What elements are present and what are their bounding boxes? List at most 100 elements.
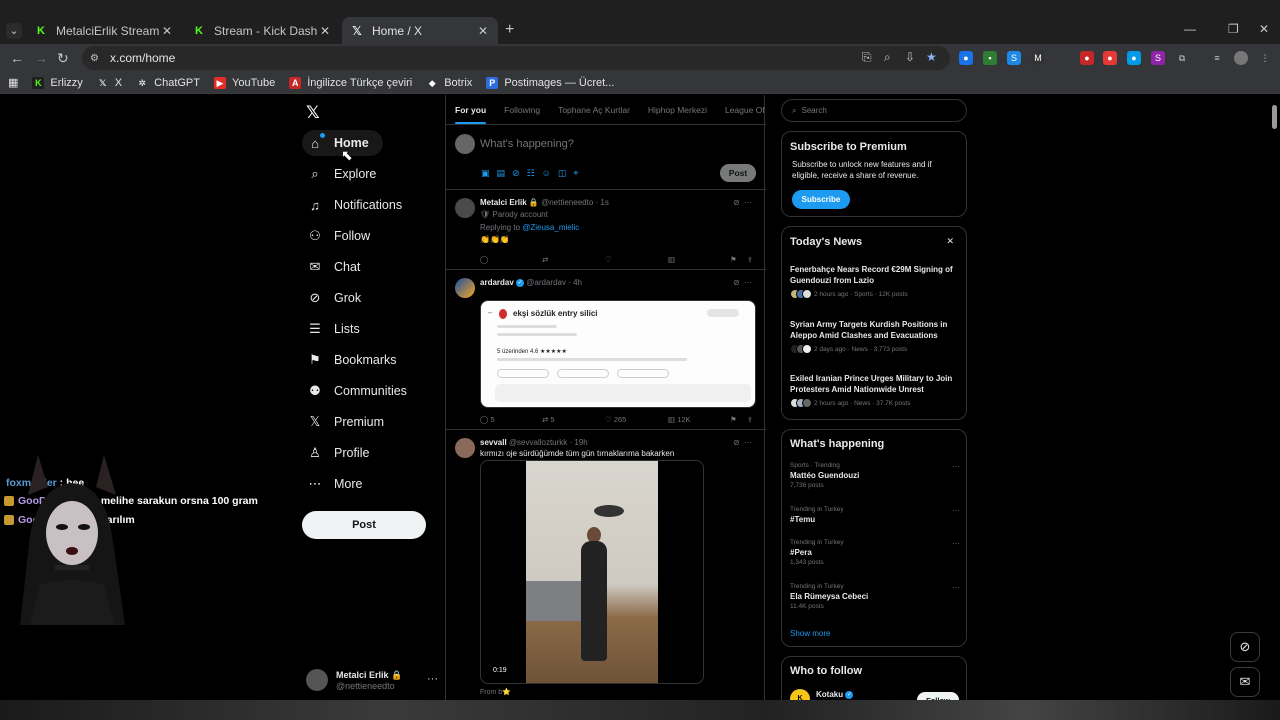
messages-float-icon[interactable]: ✉ — [1230, 667, 1260, 697]
news-item[interactable]: Fenerbahçe Nears Record €29M Signing of … — [790, 265, 960, 299]
nav-profile[interactable]: ♙ Profile — [302, 440, 383, 466]
suggested-account-name[interactable]: Kotaku ✓ — [816, 690, 854, 699]
subscribe-button[interactable]: Subscribe — [792, 190, 850, 209]
minimize-icon[interactable]: — — [1184, 22, 1196, 36]
extension-shield-icon[interactable]: ● — [959, 51, 973, 65]
share-icon[interactable]: ⇪ — [747, 255, 753, 264]
nav-notifications[interactable]: ♫ Notifications — [302, 192, 416, 218]
tab-hiphop[interactable]: Hiphop Merkezi — [639, 95, 716, 124]
extension-badge-icon[interactable]: ● — [1080, 51, 1094, 65]
more-dots-icon[interactable]: ··· — [744, 438, 752, 447]
nav-bookmarks[interactable]: ⚑ Bookmarks — [302, 347, 411, 373]
extensions-puzzle-icon[interactable]: ⧉ — [1175, 51, 1189, 65]
search-input[interactable]: ⌕ Search — [781, 99, 967, 122]
grok-icon[interactable]: ⊘ — [733, 278, 740, 287]
avatar[interactable] — [455, 278, 475, 298]
more-dots-icon[interactable]: ··· — [952, 462, 960, 471]
reply-icon[interactable]: ◯ — [480, 255, 488, 264]
bookmark-erlizzy[interactable]: K Erlizzy — [32, 76, 83, 89]
bookmark-translate[interactable]: A İngilizce Türkçe çeviri — [289, 76, 412, 89]
back-icon[interactable]: ← — [10, 50, 24, 66]
reply-count[interactable]: ◯ 5 — [480, 415, 495, 424]
reply-mention-link[interactable]: @Zieusa_mielic — [522, 223, 579, 232]
tab-search-button[interactable]: ⌄ — [6, 23, 22, 39]
location-icon[interactable]: ⌖ — [573, 168, 578, 179]
more-dots-icon[interactable]: ··· — [744, 278, 752, 287]
nav-premium[interactable]: 𝕏 Premium — [302, 409, 398, 435]
show-more-link[interactable]: Show more — [790, 629, 830, 638]
avatar[interactable] — [455, 198, 475, 218]
scrollbar[interactable] — [1272, 97, 1278, 717]
tweet[interactable]: sevvall @sevvallozturkk · 19h ⊘ ··· kırm… — [446, 430, 766, 720]
news-item[interactable]: Exiled Iranian Prince Urges Military to … — [790, 374, 960, 408]
restore-icon[interactable]: ❐ — [1228, 22, 1239, 36]
forward-icon[interactable]: → — [34, 50, 48, 66]
account-switcher[interactable]: Metalci Erlik 🔒 @nettieneedto ··· — [306, 667, 438, 693]
extension-ad-icon[interactable]: ▪ — [983, 51, 997, 65]
tweet[interactable]: Metalci Erlik 🔒 @nettieneedto · 1s ⊘ ···… — [446, 190, 766, 270]
post-button[interactable]: Post — [302, 511, 426, 539]
close-icon[interactable]: ✕ — [318, 24, 332, 38]
repost-count[interactable]: ⇄ 5 — [542, 415, 555, 424]
tab-tophane[interactable]: Tophane Aç Kurtlar — [549, 95, 639, 124]
bookmark-icon[interactable]: ⚑ — [730, 415, 737, 424]
apps-grid-icon[interactable]: ▦ — [8, 76, 18, 89]
nav-communities[interactable]: ⚉ Communities — [302, 378, 421, 404]
browser-tab-2[interactable]: K Stream - Kick Dashboard ✕ — [184, 17, 340, 44]
nav-more[interactable]: ⋯ More — [302, 471, 376, 497]
tweet-handle[interactable]: @sevvallozturkk · 19h — [509, 438, 588, 447]
reload-icon[interactable]: ↻ — [57, 50, 69, 67]
site-info-icon[interactable]: ⚙ — [90, 53, 102, 64]
bookmark-x[interactable]: 𝕏X — [97, 77, 122, 89]
more-dots-icon[interactable]: ··· — [952, 583, 960, 592]
tweet-video[interactable]: 0:19 — [480, 460, 704, 684]
close-icon[interactable]: ✕ — [160, 24, 174, 38]
tweet-handle[interactable]: @ardardav · 4h — [526, 278, 582, 287]
tab-following[interactable]: Following — [495, 95, 549, 124]
avatar[interactable] — [455, 438, 475, 458]
gif-icon[interactable]: ▤ — [497, 168, 506, 179]
views-icon[interactable]: ▥ — [668, 255, 675, 264]
nav-follow[interactable]: ⚇ Follow — [302, 223, 384, 249]
share-icon[interactable]: ⇪ — [747, 415, 753, 424]
emoji-icon[interactable]: ☺ — [542, 168, 551, 179]
zoom-icon[interactable]: ⌕ — [884, 50, 891, 65]
more-dots-icon[interactable]: ··· — [952, 506, 960, 515]
address-bar[interactable]: ⚙ x.com/home — [82, 46, 950, 70]
bookmark-botrix[interactable]: ◆ Botrix — [426, 77, 473, 89]
more-dots-icon[interactable]: ··· — [427, 673, 438, 685]
like-icon[interactable]: ♡ — [605, 255, 612, 264]
x-logo-icon[interactable]: 𝕏 — [306, 103, 320, 123]
trend-item[interactable]: Trending in Turkey #Temu ··· — [790, 506, 960, 524]
grok-icon[interactable]: ⊘ — [733, 438, 740, 447]
more-dots-icon[interactable]: ··· — [952, 539, 960, 548]
extension-purple-icon[interactable]: S — [1151, 51, 1165, 65]
news-item[interactable]: Syrian Army Targets Kurdish Positions in… — [790, 320, 960, 354]
profile-avatar-icon[interactable] — [1234, 51, 1248, 65]
views-count[interactable]: ▥ 12K — [668, 415, 691, 424]
video-source[interactable]: From b⭐ — [480, 688, 511, 696]
schedule-icon[interactable]: ◫ — [558, 168, 567, 179]
tweet-author[interactable]: Metalci Erlik 🔒 — [480, 198, 539, 207]
nav-chat[interactable]: ✉ Chat — [302, 254, 374, 280]
bookmark-icon[interactable]: ⚑ — [730, 255, 737, 264]
composer-input[interactable]: What's happening? — [480, 138, 574, 150]
trend-item[interactable]: Trending in Turkey #Pera 1,343 posts ··· — [790, 539, 960, 566]
browser-tab-3[interactable]: 𝕏 Home / X ✕ — [342, 17, 498, 44]
bookmark-chatgpt[interactable]: ✲ ChatGPT — [136, 77, 200, 89]
install-icon[interactable]: ⇩ — [905, 50, 915, 64]
image-icon[interactable]: ▣ — [481, 168, 490, 179]
extension-drop-icon[interactable]: ● — [1103, 51, 1117, 65]
nav-explore[interactable]: ⌕ Explore — [302, 161, 390, 187]
bookmark-postimages[interactable]: P Postimages — Ücret... — [486, 76, 614, 89]
extension-s-icon[interactable]: S — [1007, 51, 1021, 65]
tab-for-you[interactable]: For you — [446, 95, 495, 124]
browser-tab-1[interactable]: K MetalciErlik Stream - Watch Live ✕ — [26, 17, 182, 44]
tweet-author[interactable]: ardardav — [480, 278, 514, 287]
new-tab-button[interactable]: + — [505, 21, 514, 39]
extension-m-icon[interactable]: M — [1031, 51, 1045, 65]
translate-icon[interactable]: ⎘ — [862, 50, 872, 65]
repost-icon[interactable]: ⇄ — [542, 255, 548, 264]
grok-icon[interactable]: ⊘ — [733, 198, 740, 207]
tweet-handle[interactable]: @nettieneedto · 1s — [541, 198, 609, 207]
